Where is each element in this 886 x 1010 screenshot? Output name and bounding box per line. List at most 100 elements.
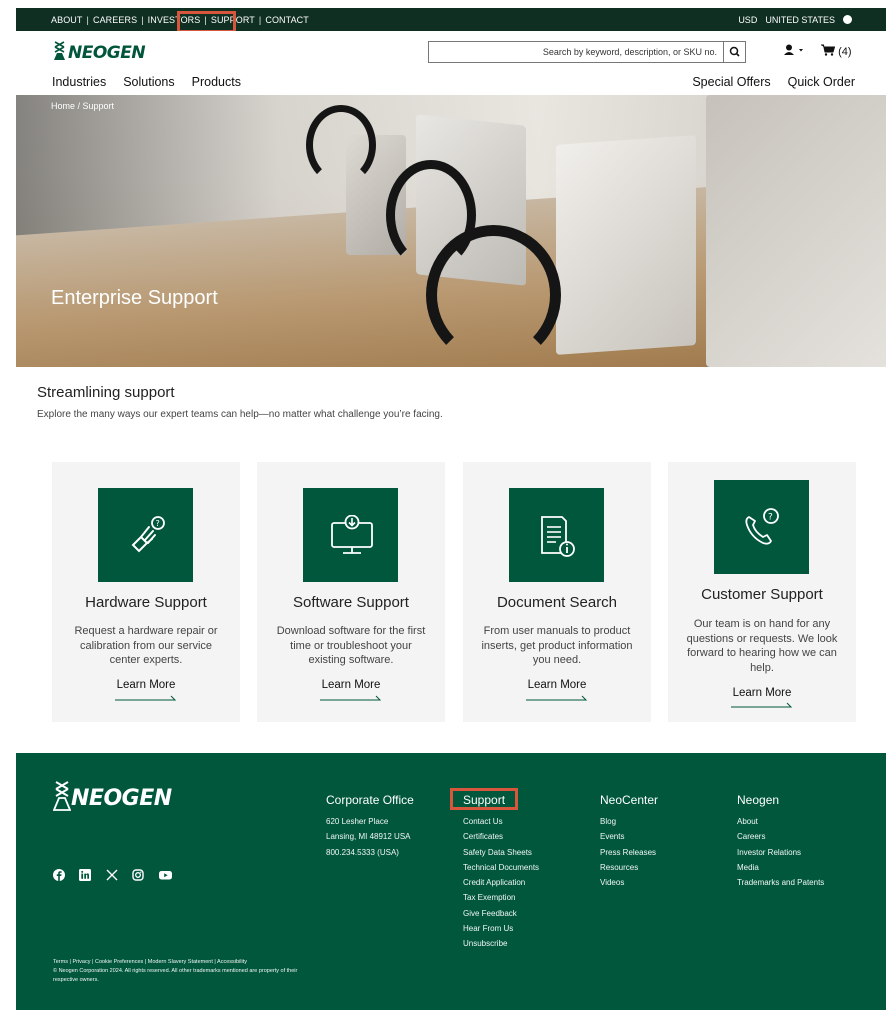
hero-banner: Home / Support Enterprise Support — [16, 95, 886, 367]
hero-monitor-image — [556, 135, 696, 355]
x-twitter-icon[interactable] — [106, 868, 118, 881]
footer-link[interactable]: Technical Documents — [463, 860, 539, 875]
copyright-text: © Neogen Corporation 2024. All rights re… — [53, 967, 298, 983]
account-menu[interactable] — [784, 44, 808, 59]
cart-button[interactable]: (4) — [821, 44, 852, 58]
footer-link[interactable]: Press Releases — [600, 845, 658, 860]
chevron-down-icon — [799, 49, 803, 52]
footer-heading[interactable]: Support — [463, 793, 539, 807]
separator: | — [86, 15, 89, 25]
secondary-nav: Special Offers Quick Order — [675, 75, 855, 89]
support-highlight-box — [177, 11, 236, 33]
legal-section: Terms | Privacy | Cookie Preferences | M… — [53, 958, 323, 984]
currency-label[interactable]: USD — [738, 15, 757, 25]
footer-column-neocenter: NeoCenter Blog Events Press Releases Res… — [600, 793, 658, 890]
document-info-icon — [541, 516, 575, 557]
footer-link[interactable]: Trademarks and Patents — [737, 875, 824, 890]
careers-link[interactable]: CAREERS — [93, 15, 137, 25]
about-link[interactable]: ABOUT — [51, 15, 83, 25]
footer-link[interactable]: Tax Exemption — [463, 890, 539, 905]
learn-more-link[interactable]: Learn More — [257, 679, 445, 691]
facebook-icon[interactable] — [53, 868, 65, 881]
search-input[interactable] — [429, 42, 723, 62]
hero-headset-image — [426, 225, 561, 365]
card-title: Software Support — [293, 594, 409, 611]
phone-question-icon: ? — [745, 508, 779, 545]
footer-column-corporate: Corporate Office 620 Lesher Place Lansin… — [326, 793, 414, 860]
footer-column-support: Support Contact Us Certificates Safety D… — [463, 793, 539, 952]
card-title: Document Search — [496, 594, 618, 611]
learn-more-link[interactable]: Learn More — [668, 687, 856, 699]
footer-link[interactable]: Give Feedback — [463, 906, 539, 921]
instagram-icon[interactable] — [132, 868, 145, 881]
breadcrumb[interactable]: Home / Support — [51, 101, 114, 111]
logo-mark-icon — [52, 781, 72, 811]
svg-text:?: ? — [768, 513, 773, 523]
contact-link[interactable]: CONTACT — [265, 15, 309, 25]
footer-link[interactable]: Blog — [600, 814, 658, 829]
footer-link[interactable]: Safety Data Sheets — [463, 845, 539, 860]
footer-link[interactable]: About — [737, 814, 824, 829]
footer-link[interactable]: Credit Application — [463, 875, 539, 890]
hardware-hand-icon: ? — [131, 516, 165, 553]
neogen-logo[interactable]: NEOGEN — [53, 41, 163, 63]
learn-more-link[interactable]: Learn More — [463, 679, 651, 691]
footer-link[interactable]: Contact Us — [463, 814, 539, 829]
cart-count: (4) — [838, 46, 852, 58]
nav-special-offers[interactable]: Special Offers — [692, 75, 770, 89]
separator: | — [258, 15, 262, 25]
card-description: Download software for the first time or … — [276, 625, 426, 666]
card-description: From user manuals to product inserts, ge… — [481, 625, 633, 666]
footer-link[interactable]: Resources — [600, 860, 658, 875]
locale-selector[interactable]: USD UNITED STATES — [730, 15, 852, 25]
footer-link[interactable]: Investor Relations — [737, 845, 824, 860]
svg-text:?: ? — [156, 519, 160, 528]
phone-link[interactable]: 800.234.5333 (USA) — [326, 845, 414, 860]
monitor-download-icon — [331, 515, 373, 554]
arrow-right-icon — [115, 695, 177, 701]
footer-link[interactable]: Unsubscribe — [463, 936, 539, 951]
arrow-right-icon — [731, 702, 793, 708]
search-bar — [428, 41, 746, 63]
footer-link[interactable]: Events — [600, 829, 658, 844]
footer-logo-text: NEOGEN — [71, 786, 172, 811]
learn-more-link[interactable]: Learn More — [52, 679, 240, 691]
nav-products[interactable]: Products — [192, 75, 241, 89]
utility-bar: ABOUT | CAREERS | INVESTORS | SUPPORT | CONTACT … — [16, 8, 886, 33]
user-icon — [784, 44, 803, 55]
section-subtitle: Explore the many ways our expert teams c… — [37, 409, 443, 420]
card-title: Customer Support — [701, 586, 823, 603]
region-label[interactable]: UNITED STATES — [765, 15, 835, 25]
cart-icon — [821, 44, 836, 56]
footer-link[interactable]: Certificates — [463, 829, 539, 844]
card-title: Hardware Support — [85, 594, 207, 611]
footer-link[interactable]: Hear From Us — [463, 921, 539, 936]
youtube-icon[interactable] — [158, 868, 172, 880]
search-button[interactable] — [723, 42, 745, 62]
logo-text: NEOGEN — [68, 43, 146, 63]
nav-quick-order[interactable]: Quick Order — [788, 75, 855, 89]
footer-logo[interactable]: NEOGEN — [52, 781, 172, 811]
linkedin-icon[interactable] — [79, 868, 92, 881]
section-title: Streamlining support — [37, 384, 175, 401]
footer-link[interactable]: Videos — [600, 875, 658, 890]
separator: | — [141, 15, 144, 25]
software-support-card: Software Support Download software for t… — [257, 462, 445, 722]
document-icon-tile — [509, 488, 604, 582]
hero-title: Enterprise Support — [51, 287, 218, 309]
document-search-card: Document Search From user manuals to pro… — [463, 462, 651, 722]
nav-industries[interactable]: Industries — [52, 75, 106, 89]
legal-links[interactable]: Terms | Privacy | Cookie Preferences | M… — [53, 958, 323, 967]
footer-heading: NeoCenter — [600, 793, 659, 807]
footer-heading: Neogen — [737, 793, 780, 807]
footer-link[interactable]: Media — [737, 860, 824, 875]
address-line: Lansing, MI 48912 USA — [326, 832, 411, 842]
footer-link[interactable]: Careers — [737, 829, 824, 844]
card-description: Our team is on hand for any questions or… — [686, 618, 838, 674]
hardware-support-card: ? Hardware Support Request a hardware re… — [52, 462, 240, 722]
globe-icon[interactable] — [843, 15, 852, 24]
card-description: Request a hardware repair or calibration… — [74, 625, 218, 666]
customer-icon-tile: ? — [714, 480, 809, 574]
nav-solutions[interactable]: Solutions — [123, 75, 174, 89]
social-links — [53, 868, 181, 886]
